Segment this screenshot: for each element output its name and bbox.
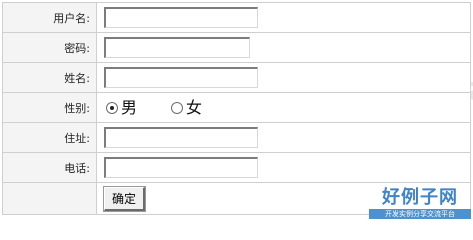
form-row-address: 住址: — [2, 122, 471, 153]
gender-option-female[interactable]: 女 — [169, 97, 203, 117]
name-label: 姓名: — [2, 62, 97, 93]
submit-row-label — [2, 182, 97, 215]
address-input[interactable] — [104, 127, 258, 148]
phone-input[interactable] — [104, 157, 258, 178]
form-row-phone: 电话: — [2, 152, 471, 183]
username-input[interactable] — [104, 7, 258, 28]
form-row-username: 用户名: — [2, 2, 471, 33]
name-input[interactable] — [104, 67, 258, 88]
submit-button[interactable]: 确定 — [102, 185, 147, 212]
username-label: 用户名: — [2, 2, 97, 33]
female-radio[interactable] — [171, 101, 184, 114]
password-label: 密码: — [2, 32, 97, 63]
form-row-name: 姓名: — [2, 62, 471, 93]
female-radio-label: 女 — [186, 97, 203, 117]
form-row-password: 密码: — [2, 32, 471, 63]
gender-option-male[interactable]: 男 — [104, 97, 138, 117]
gender-radio-group: 男 女 — [104, 94, 470, 122]
form-row-submit: 确定 — [2, 182, 471, 215]
registration-form: 用户名: 密码: 姓名: 性别: 男 女 住址: 电话: 确定 — [2, 2, 471, 215]
form-row-gender: 性别: 男 女 — [2, 92, 471, 123]
gender-label: 性别: — [2, 92, 97, 123]
address-label: 住址: — [2, 122, 97, 153]
password-input[interactable] — [104, 37, 250, 58]
phone-label: 电话: — [2, 152, 97, 183]
male-radio[interactable] — [106, 101, 118, 114]
male-radio-label: 男 — [121, 97, 138, 117]
